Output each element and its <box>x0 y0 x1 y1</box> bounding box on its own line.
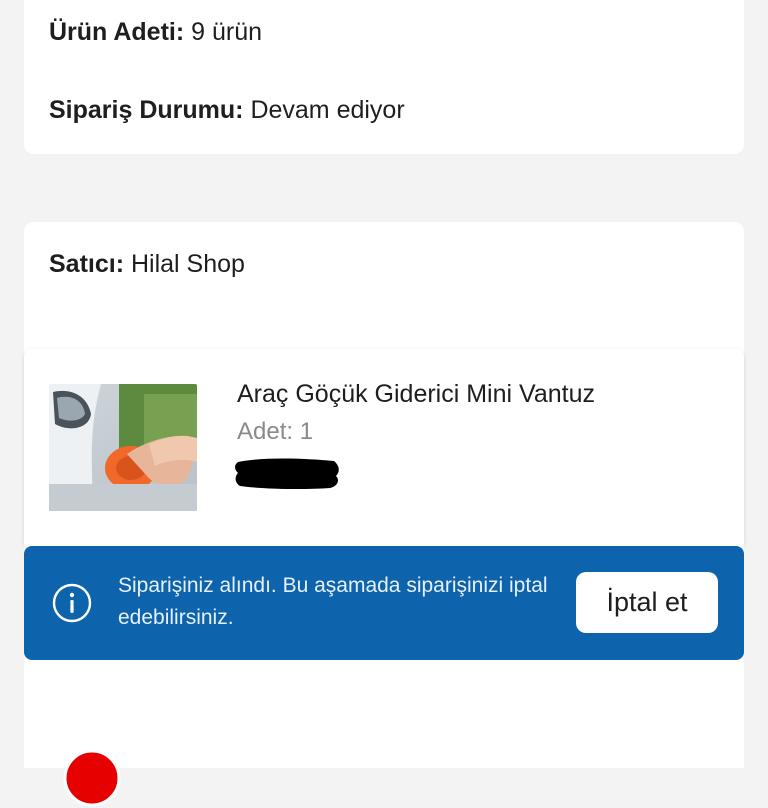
cancel-info-message: Siparişiniz alındı. Bu aşamada siparişin… <box>118 574 548 629</box>
product-image <box>49 384 197 511</box>
product-quantity: Adet: 1 <box>237 418 314 445</box>
product-item[interactable]: Araç Göçük Giderici Mini Vantuz Adet: 1 <box>24 349 744 549</box>
seller-order-card: Satıcı: Hilal Shop Araç Göçük Giderici M… <box>24 222 744 768</box>
seller-name: Hilal Shop <box>130 250 245 278</box>
item-count-value: 9 ürün <box>191 18 263 46</box>
order-status-row: Sipariş Durumu: Devam ediyor <box>49 95 405 125</box>
redacted-price <box>235 458 339 490</box>
item-count-row: Ürün Adeti: 9 ürün <box>49 17 262 47</box>
info-icon <box>52 583 92 623</box>
brand-logo-icon <box>63 749 121 807</box>
order-summary-card: Ürün Adeti: 9 ürün Sipariş Durumu: Devam… <box>24 0 744 154</box>
cancel-info-banner: Siparişiniz alındı. Bu aşamada siparişin… <box>24 546 744 660</box>
seller-row: Satıcı: Hilal Shop <box>49 249 245 279</box>
cancel-order-button[interactable]: İptal et <box>576 572 718 633</box>
item-count-label: Ürün Adeti: <box>49 18 185 46</box>
seller-label: Satıcı: <box>49 250 125 278</box>
order-status-value: Devam ediyor <box>250 96 405 124</box>
order-status-label: Sipariş Durumu: <box>49 96 244 124</box>
product-name[interactable]: Araç Göçük Giderici Mini Vantuz <box>237 379 595 409</box>
